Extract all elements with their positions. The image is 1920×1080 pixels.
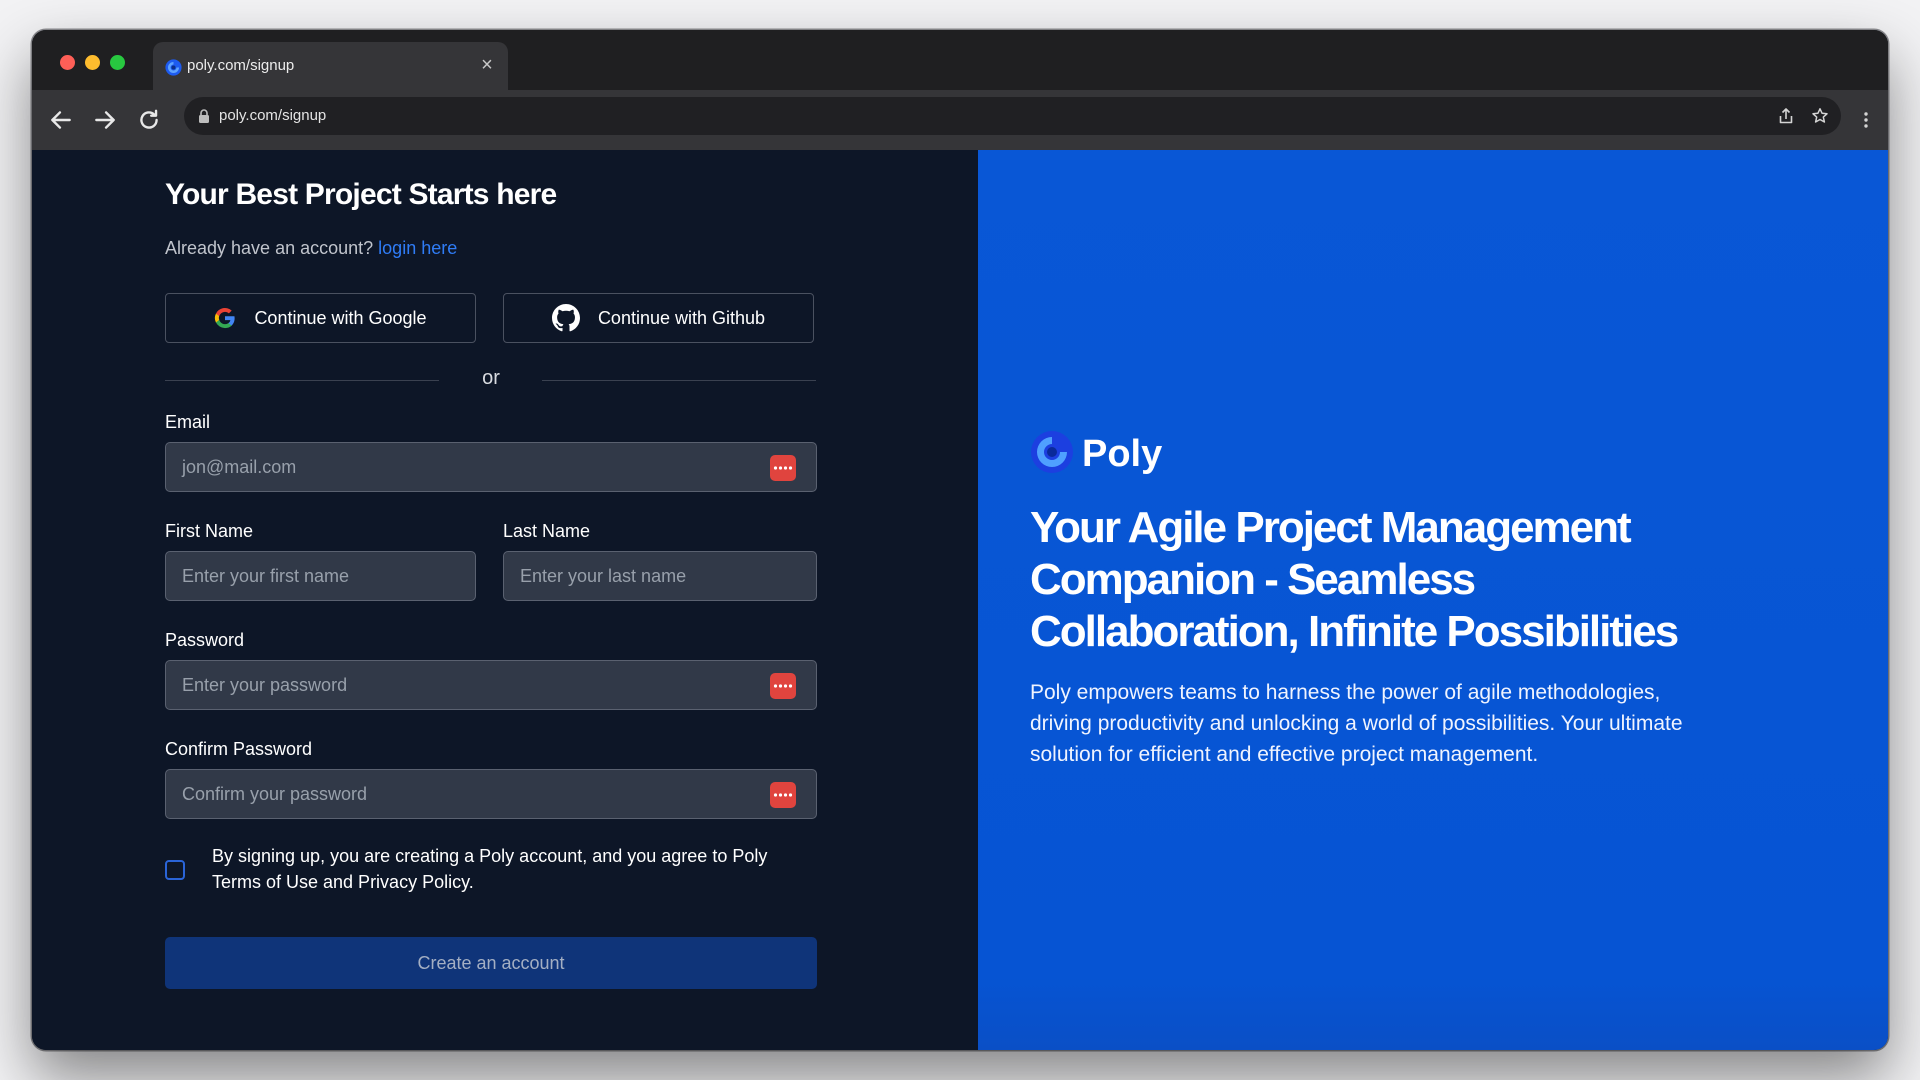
github-button-label: Continue with Github (597, 307, 766, 328)
hero-tagline: Your Agile Project Management Companion … (1030, 503, 1679, 656)
hero-description: Poly empowers teams to harness the power… (1030, 681, 1683, 766)
close-window-button[interactable] (60, 55, 75, 70)
hero-panel: Poly Your Agile Project Management Compa… (978, 150, 1888, 1050)
confirm-password-placeholder: Confirm your password (182, 784, 368, 804)
brand-name: Poly (1082, 433, 1163, 475)
confirm-password-label: Confirm Password (165, 739, 313, 759)
email-label: Email (165, 412, 211, 432)
kebab-menu-icon[interactable] (1856, 110, 1876, 130)
browser-titlebar: poly.com/signup × (32, 30, 1888, 90)
password-manager-icon[interactable] (770, 455, 796, 481)
lock-icon (199, 109, 209, 123)
terms-checkbox[interactable] (165, 860, 185, 880)
browser-window: poly.com/signup × poly.com/signup Your B… (32, 30, 1888, 1050)
star-icon[interactable] (1811, 107, 1829, 125)
divider-line-left (165, 380, 439, 381)
continue-with-google-button[interactable]: Continue with Google (165, 293, 476, 343)
arrow-right-icon[interactable] (92, 107, 118, 133)
page-title: Your Best Project Starts here (165, 178, 557, 211)
poly-logo-icon (1031, 431, 1073, 473)
github-icon (551, 304, 580, 332)
tab-close-icon[interactable]: × (476, 54, 498, 76)
login-prompt: Already have an account? login here (165, 238, 457, 259)
terms-text: By signing up, you are creating a Poly a… (212, 846, 768, 892)
url-text: poly.com/signup (219, 107, 327, 124)
confirm-password-field[interactable]: Confirm your password (165, 769, 817, 819)
or-divider: or (482, 367, 500, 389)
google-icon (215, 307, 236, 329)
last-name-field[interactable]: Enter your last name (503, 551, 817, 601)
first-name-placeholder: Enter your first name (182, 566, 350, 586)
password-manager-icon[interactable] (770, 673, 796, 699)
first-name-label: First Name (165, 521, 254, 541)
login-link[interactable]: login here (378, 238, 457, 258)
poly-logo-icon (165, 59, 182, 76)
signup-panel: Your Best Project Starts here Already ha… (32, 150, 978, 1050)
share-icon[interactable] (1777, 107, 1795, 125)
last-name-label: Last Name (503, 521, 591, 541)
minimize-window-button[interactable] (85, 55, 100, 70)
divider-line-right (542, 380, 816, 381)
login-prompt-text: Already have an account? (165, 238, 374, 258)
password-manager-icon[interactable] (770, 782, 796, 808)
continue-with-github-button[interactable]: Continue with Github (503, 293, 814, 343)
google-button-label: Continue with Google (254, 307, 427, 328)
address-bar[interactable]: poly.com/signup (184, 97, 1841, 135)
maximize-window-button[interactable] (110, 55, 125, 70)
password-placeholder: Enter your password (182, 675, 348, 695)
browser-toolbar: poly.com/signup (32, 90, 1888, 150)
tab-title: poly.com/signup (187, 57, 295, 74)
arrow-left-icon[interactable] (48, 107, 74, 133)
email-placeholder: jon@mail.com (182, 457, 297, 477)
create-account-button[interactable]: Create an account (165, 937, 817, 989)
last-name-placeholder: Enter your last name (520, 566, 687, 586)
email-field[interactable]: jon@mail.com (165, 442, 817, 492)
reload-icon[interactable] (136, 107, 162, 133)
password-field[interactable]: Enter your password (165, 660, 817, 710)
first-name-field[interactable]: Enter your first name (165, 551, 476, 601)
browser-tab[interactable]: poly.com/signup × (153, 42, 508, 90)
password-label: Password (165, 630, 245, 650)
